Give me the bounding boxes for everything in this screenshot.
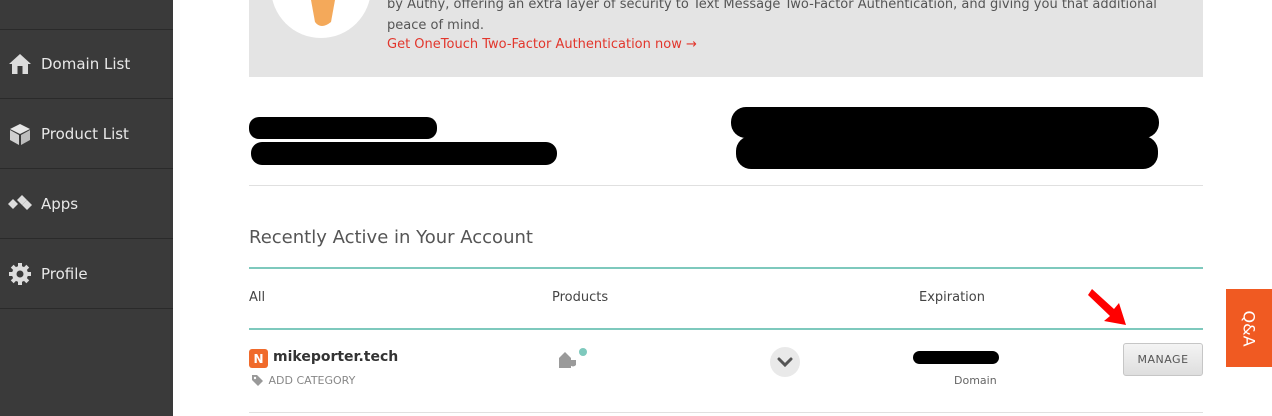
arrow-annotation-icon xyxy=(1088,289,1126,325)
redacted-text xyxy=(736,136,1158,169)
gear-icon xyxy=(7,262,33,286)
column-header-all[interactable]: All xyxy=(249,290,265,305)
add-category-button[interactable]: ADD CATEGORY xyxy=(251,374,355,387)
table-top-border xyxy=(249,267,1203,269)
add-category-label: ADD CATEGORY xyxy=(268,374,356,387)
apps-icon xyxy=(7,192,33,216)
qa-label: Q&A xyxy=(1239,309,1259,347)
manage-button[interactable]: MANAGE xyxy=(1123,343,1203,376)
domain-name[interactable]: mikeporter.tech xyxy=(273,349,398,365)
box-icon xyxy=(7,122,33,146)
product-icons xyxy=(559,348,587,368)
tag-icon xyxy=(252,375,263,386)
sidebar-item-profile[interactable]: Profile xyxy=(0,240,173,309)
promo-text: by Authy, offering an extra layer of sec… xyxy=(387,0,1157,33)
sidebar-item-label: Apps xyxy=(41,195,79,213)
section-title: Recently Active in Your Account xyxy=(249,227,533,248)
sidebar-item-label: Domain List xyxy=(41,55,131,73)
sidebar-item-product-list[interactable]: Product List xyxy=(0,100,173,169)
expand-row-button[interactable] xyxy=(770,347,800,377)
divider xyxy=(249,412,1203,413)
redacted-expiration xyxy=(913,351,999,364)
redacted-text xyxy=(731,107,1159,138)
sidebar-item-domain-list[interactable]: Domain List xyxy=(0,30,173,99)
redacted-text xyxy=(249,117,437,139)
column-header-expiration[interactable]: Expiration xyxy=(919,290,985,305)
promo-illustration xyxy=(271,0,371,38)
divider xyxy=(249,185,1203,186)
qa-tab-button[interactable]: Q&A xyxy=(1226,289,1272,367)
chevron-down-icon xyxy=(777,357,793,367)
redacted-text xyxy=(251,142,557,165)
namecheap-logo-icon: N xyxy=(249,349,268,368)
product-type-label: Domain xyxy=(954,374,997,387)
main-content: by Authy, offering an extra layer of sec… xyxy=(173,0,1272,416)
sidebar-item-apps[interactable]: Apps xyxy=(0,170,173,239)
sidebar: Domain List Product List Apps Profile xyxy=(0,0,173,416)
sidebar-item-top[interactable] xyxy=(0,0,173,30)
sidebar-item-label: Product List xyxy=(41,125,129,143)
home-icon xyxy=(7,52,33,76)
table-header-border xyxy=(249,328,1203,330)
column-header-products: Products xyxy=(552,290,609,305)
sidebar-item-label: Profile xyxy=(41,265,88,283)
onetouch-link[interactable]: Get OneTouch Two-Factor Authentication n… xyxy=(387,37,697,52)
promo-banner: by Authy, offering an extra layer of sec… xyxy=(249,0,1203,77)
